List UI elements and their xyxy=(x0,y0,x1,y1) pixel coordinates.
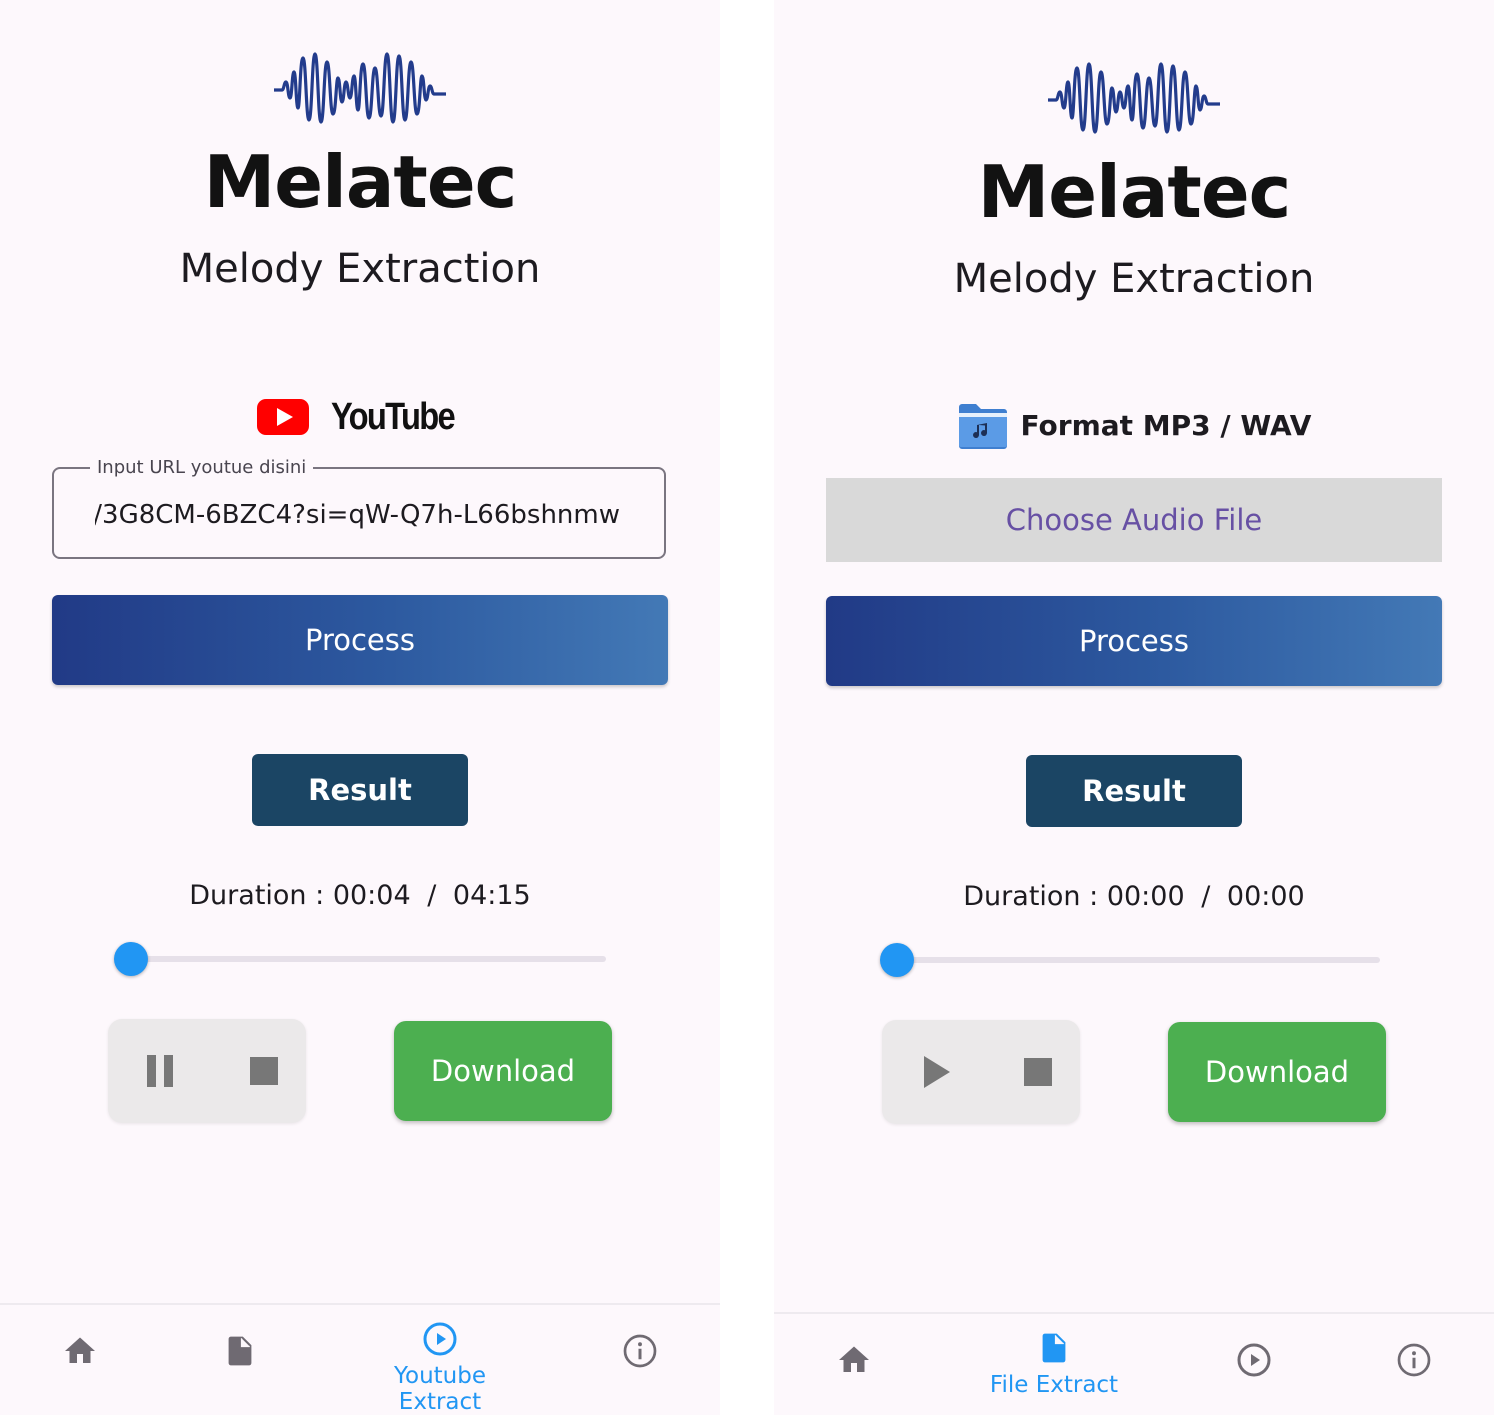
youtube-logo-icon xyxy=(256,399,309,435)
play-icon[interactable] xyxy=(924,1056,950,1088)
sound-wave-logo xyxy=(274,52,446,124)
pause-icon[interactable] xyxy=(146,1055,174,1087)
format-label: Format MP3 / WAV xyxy=(1020,408,1312,442)
process-button[interactable]: Process xyxy=(52,595,668,685)
stop-icon[interactable] xyxy=(1024,1058,1052,1086)
file-format-header: Format MP3 / WAV xyxy=(774,400,1494,450)
nav-item-home[interactable] xyxy=(774,1314,944,1415)
download-button[interactable]: Download xyxy=(394,1021,612,1121)
duration-total: 04:15 xyxy=(452,880,531,911)
info-icon xyxy=(1397,1343,1431,1377)
nav-item-info[interactable] xyxy=(550,1305,720,1413)
seek-slider-track[interactable] xyxy=(897,957,1380,963)
youtube-wordmark: YouTube xyxy=(330,395,456,438)
file-extract-screen: Melatec Melody Extraction Format MP3 / W… xyxy=(774,0,1494,1415)
nav-label-file-extract: File Extract xyxy=(989,1372,1119,1398)
download-button[interactable]: Download xyxy=(1168,1022,1386,1122)
duration-label: Duration : xyxy=(963,881,1099,912)
play-circle-icon xyxy=(1237,1343,1271,1377)
duration-separator: / xyxy=(1201,881,1211,912)
playback-controls xyxy=(882,1020,1080,1124)
nav-item-file-extract[interactable] xyxy=(150,1305,330,1413)
play-circle-icon xyxy=(423,1322,457,1356)
music-folder-icon xyxy=(958,404,1007,449)
url-field-value[interactable]: https://youtu.be/3G8CM-6BZC4?si=qW-Q7h-L… xyxy=(95,495,620,535)
nav-item-youtube-extract[interactable]: Youtube Extract xyxy=(350,1305,530,1415)
duration-readout: Duration : 00:04 / 04:15 xyxy=(0,880,720,911)
result-button[interactable]: Result xyxy=(1026,755,1242,827)
duration-current: 00:04 xyxy=(332,880,411,911)
duration-separator: / xyxy=(427,880,437,911)
home-icon xyxy=(839,1346,869,1372)
nav-item-file-extract[interactable]: File Extract xyxy=(964,1314,1144,1415)
app-subtitle: Melody Extraction xyxy=(953,256,1315,302)
process-button[interactable]: Process xyxy=(826,596,1442,686)
seek-slider-track[interactable] xyxy=(123,956,606,962)
info-icon xyxy=(623,1334,657,1368)
duration-total: 00:00 xyxy=(1226,881,1305,912)
url-field-label: Input URL youtue disini xyxy=(90,457,314,478)
result-button[interactable]: Result xyxy=(252,754,468,826)
nav-item-youtube-extract[interactable] xyxy=(1164,1314,1344,1415)
stop-icon[interactable] xyxy=(250,1057,278,1085)
app-title: Melatec xyxy=(203,140,518,224)
seek-slider-thumb[interactable] xyxy=(880,943,914,977)
seek-slider-thumb[interactable] xyxy=(113,942,148,976)
sound-wave-logo xyxy=(1048,62,1220,134)
duration-readout: Duration : 00:00 / 00:00 xyxy=(774,881,1494,912)
youtube-extract-screen: Melatec Melody Extraction YouTube Input … xyxy=(0,0,720,1415)
file-icon xyxy=(227,1335,253,1367)
app-subtitle: Melody Extraction xyxy=(179,246,541,292)
youtube-source-header: YouTube xyxy=(0,392,720,442)
nav-label-youtube-extract: Youtube Extract xyxy=(394,1363,486,1415)
bottom-navigation: File Extract xyxy=(774,1312,1494,1415)
nav-item-info[interactable] xyxy=(1324,1314,1494,1415)
home-icon xyxy=(65,1337,95,1363)
nav-item-home[interactable] xyxy=(0,1305,170,1413)
file-icon xyxy=(1041,1332,1067,1364)
playback-controls xyxy=(108,1019,306,1123)
app-title: Melatec xyxy=(977,150,1292,234)
choose-audio-file-button[interactable]: Choose Audio File xyxy=(826,478,1442,562)
duration-current: 00:00 xyxy=(1106,881,1185,912)
youtube-url-input[interactable]: Input URL youtue disini https://youtu.be… xyxy=(52,457,666,559)
duration-label: Duration : xyxy=(189,880,325,911)
bottom-navigation: Youtube Extract xyxy=(0,1303,720,1415)
